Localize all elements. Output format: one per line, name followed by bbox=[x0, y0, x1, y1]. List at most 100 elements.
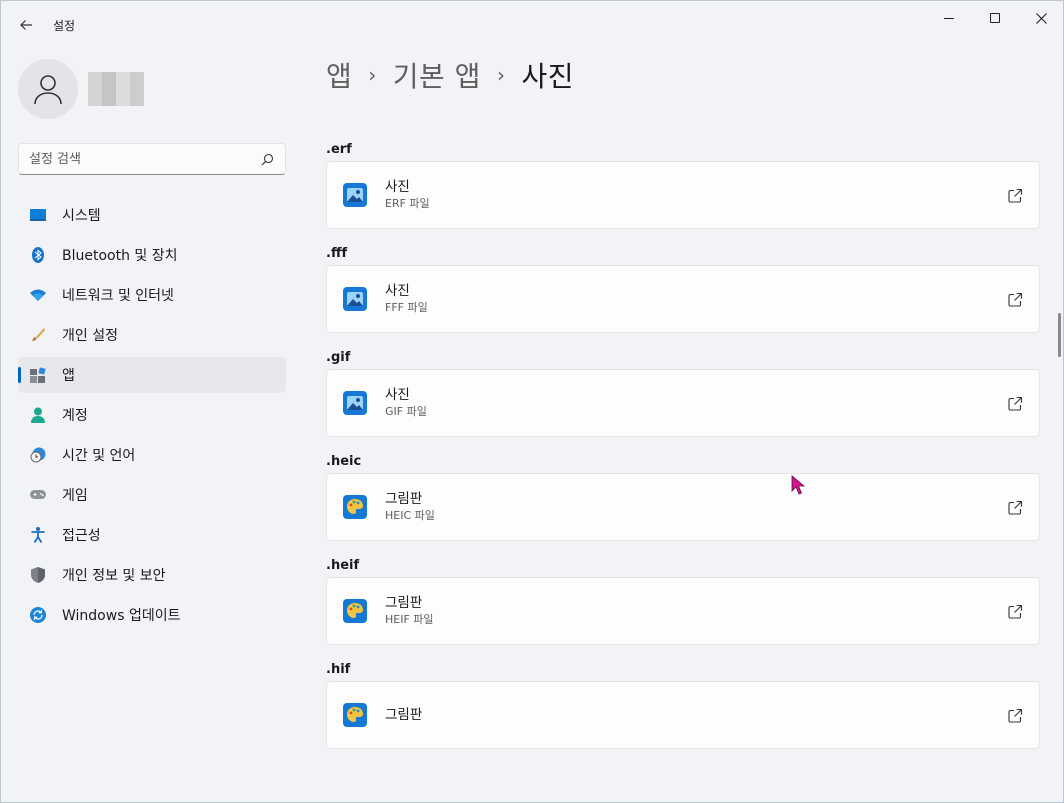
search-input[interactable] bbox=[29, 151, 259, 167]
breadcrumb-separator: › bbox=[496, 63, 506, 87]
file-type-description: ERF 파일 bbox=[385, 197, 430, 210]
settings-search[interactable] bbox=[18, 143, 286, 175]
accessibility-icon bbox=[30, 527, 46, 543]
person-icon bbox=[34, 75, 62, 105]
sidebar-item-system[interactable]: 시스템 bbox=[18, 197, 286, 233]
back-button[interactable] bbox=[11, 10, 41, 40]
photos-icon bbox=[343, 183, 367, 207]
system-icon bbox=[30, 207, 46, 223]
update-icon bbox=[30, 607, 46, 623]
sidebar-item-label: Windows 업데이트 bbox=[62, 608, 181, 624]
sidebar-item-label: 앱 bbox=[62, 368, 75, 384]
sidebar-item-windows-update[interactable]: Windows 업데이트 bbox=[18, 597, 286, 633]
file-type-description: GIF 파일 bbox=[385, 405, 427, 418]
association-card[interactable]: 그림판 HEIC 파일 bbox=[326, 473, 1040, 541]
sidebar-item-label: Bluetooth 및 장치 bbox=[62, 248, 178, 264]
sidebar-item-label: 시스템 bbox=[62, 208, 101, 224]
sidebar-item-label: 계정 bbox=[62, 408, 88, 424]
bluetooth-icon bbox=[30, 247, 46, 263]
association-card[interactable]: 사진 ERF 파일 bbox=[326, 161, 1040, 229]
sidebar-item-network[interactable]: 네트워크 및 인터넷 bbox=[18, 277, 286, 313]
file-extension-label: .heif bbox=[326, 558, 360, 573]
file-extension-label: .heic bbox=[326, 454, 362, 469]
sidebar-item-time-language[interactable]: 시간 및 언어 bbox=[18, 437, 286, 473]
photos-icon bbox=[343, 391, 367, 415]
association-card[interactable]: 사진 GIF 파일 bbox=[326, 369, 1040, 437]
apps-icon bbox=[30, 367, 46, 383]
avatar bbox=[18, 59, 78, 119]
sidebar-item-gaming[interactable]: 게임 bbox=[18, 477, 286, 513]
open-external-icon[interactable] bbox=[1007, 292, 1023, 308]
clock-globe-icon bbox=[30, 447, 46, 463]
association-card[interactable]: 그림판 bbox=[326, 681, 1040, 749]
app-name: 사진 bbox=[385, 283, 410, 299]
user-profile[interactable] bbox=[18, 59, 144, 119]
sidebar-item-label: 접근성 bbox=[62, 528, 101, 544]
minimize-button[interactable] bbox=[926, 1, 972, 35]
sidebar-nav: 시스템 Bluetooth 및 장치 네트워크 및 인터넷 개인 설정 앱 계정… bbox=[18, 197, 286, 637]
sidebar-item-label: 시간 및 언어 bbox=[62, 448, 136, 464]
shield-icon bbox=[30, 567, 46, 583]
file-type-description: HEIC 파일 bbox=[385, 509, 435, 522]
window-title: 설정 bbox=[53, 19, 76, 33]
sidebar-item-accounts[interactable]: 계정 bbox=[18, 397, 286, 433]
redacted-user-name bbox=[88, 72, 144, 106]
app-name: 사진 bbox=[385, 179, 410, 195]
maximize-button[interactable] bbox=[972, 1, 1018, 35]
association-group: .heic 그림판 HEIC 파일 bbox=[326, 453, 1040, 541]
association-group: .heif 그림판 HEIF 파일 bbox=[326, 557, 1040, 645]
open-external-icon[interactable] bbox=[1007, 604, 1023, 620]
minimize-icon bbox=[944, 17, 954, 19]
sidebar-item-apps[interactable]: 앱 bbox=[18, 357, 286, 393]
open-external-icon[interactable] bbox=[1007, 500, 1023, 516]
paint-icon bbox=[343, 495, 367, 519]
file-extension-label: .fff bbox=[326, 246, 348, 261]
maximize-icon bbox=[990, 13, 1000, 23]
account-icon bbox=[30, 407, 46, 423]
association-group: .erf 사진 ERF 파일 bbox=[326, 141, 1040, 229]
file-type-description: FFF 파일 bbox=[385, 301, 428, 314]
file-extension-label: .hif bbox=[326, 662, 351, 677]
open-external-icon[interactable] bbox=[1007, 708, 1023, 724]
file-type-description: HEIF 파일 bbox=[385, 613, 434, 626]
association-group: .fff 사진 FFF 파일 bbox=[326, 245, 1040, 333]
search-icon[interactable] bbox=[259, 151, 275, 167]
title-bar: 설정 bbox=[1, 1, 1063, 49]
photos-icon bbox=[343, 287, 367, 311]
sidebar-item-privacy[interactable]: 개인 정보 및 보안 bbox=[18, 557, 286, 593]
sidebar-item-personalization[interactable]: 개인 설정 bbox=[18, 317, 286, 353]
sidebar-item-label: 네트워크 및 인터넷 bbox=[62, 288, 174, 304]
file-extension-label: .erf bbox=[326, 142, 352, 157]
vertical-scrollbar-thumb[interactable] bbox=[1058, 313, 1061, 357]
association-group: .gif 사진 GIF 파일 bbox=[326, 349, 1040, 437]
open-external-icon[interactable] bbox=[1007, 188, 1023, 204]
open-external-icon[interactable] bbox=[1007, 396, 1023, 412]
breadcrumb: 앱 › 기본 앱 › 사진 bbox=[326, 55, 574, 95]
sidebar-item-label: 개인 설정 bbox=[62, 328, 118, 344]
breadcrumb-default-apps[interactable]: 기본 앱 bbox=[393, 55, 481, 95]
file-extension-label: .gif bbox=[326, 350, 351, 365]
file-association-list: .erf 사진 ERF 파일 .fff 사진 FFF 파일 .gif 사진 GI… bbox=[326, 141, 1040, 765]
paint-icon bbox=[343, 599, 367, 623]
gamepad-icon bbox=[30, 487, 46, 503]
sidebar-item-label: 게임 bbox=[62, 488, 88, 504]
brush-icon bbox=[30, 327, 46, 343]
mouse-cursor-icon bbox=[791, 475, 805, 495]
sidebar-item-bluetooth[interactable]: Bluetooth 및 장치 bbox=[18, 237, 286, 273]
app-name: 그림판 bbox=[385, 491, 423, 507]
association-card[interactable]: 사진 FFF 파일 bbox=[326, 265, 1040, 333]
close-button[interactable] bbox=[1018, 1, 1063, 35]
sidebar-item-accessibility[interactable]: 접근성 bbox=[18, 517, 286, 553]
breadcrumb-apps[interactable]: 앱 bbox=[326, 55, 352, 95]
app-name: 사진 bbox=[385, 387, 410, 403]
app-name: 그림판 bbox=[385, 707, 423, 723]
arrow-left-icon bbox=[20, 20, 32, 30]
breadcrumb-separator: › bbox=[368, 63, 377, 87]
wifi-icon bbox=[30, 287, 46, 303]
close-icon bbox=[1035, 12, 1047, 24]
settings-window: 설정 설정 검색 시스템 Bluetooth 및 장치 네트워크 및 인터넷 개… bbox=[0, 0, 1064, 803]
paint-icon bbox=[343, 703, 367, 727]
breadcrumb-current-photos: 사진 bbox=[521, 60, 574, 93]
sidebar-item-label: 개인 정보 및 보안 bbox=[62, 568, 166, 584]
association-card[interactable]: 그림판 HEIF 파일 bbox=[326, 577, 1040, 645]
